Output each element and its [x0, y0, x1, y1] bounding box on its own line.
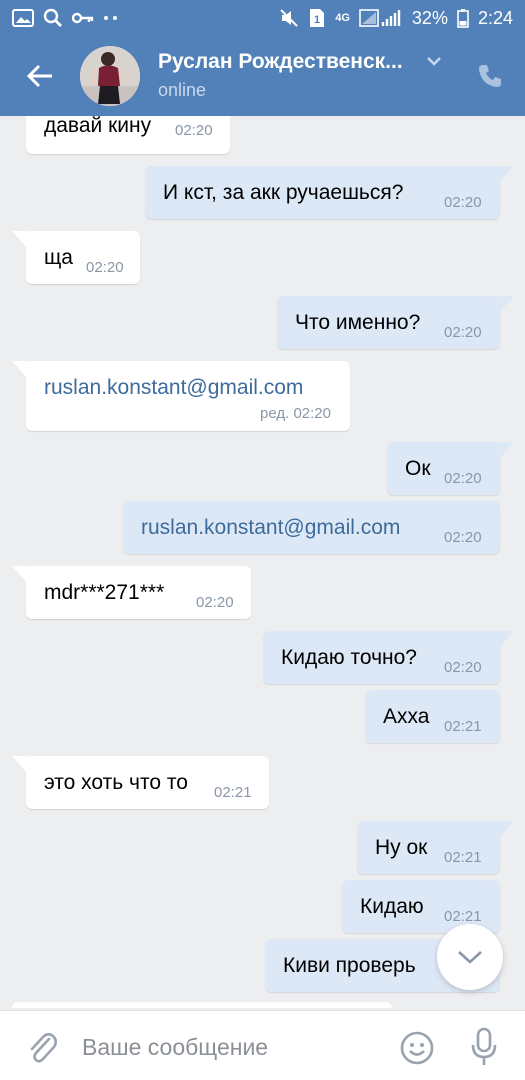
- message-time: 02:21: [444, 718, 482, 735]
- message-outgoing[interactable]: Ну ок 02:21: [357, 821, 514, 874]
- avatar[interactable]: [80, 46, 140, 106]
- more-dots-icon: [103, 15, 119, 21]
- message-text: Ок: [405, 457, 431, 480]
- message-text: это хоть что то: [44, 771, 188, 794]
- emoji-icon: [400, 1031, 434, 1065]
- chevron-down-icon[interactable]: [426, 54, 442, 72]
- message-time-edited: ред. 02:20: [260, 405, 331, 422]
- search-icon: [43, 8, 63, 28]
- chat-header: Руслан Рождественск... online: [0, 36, 525, 116]
- message-text: Что именно?: [295, 311, 421, 334]
- sim-icon: 1: [308, 8, 326, 28]
- message-outgoing[interactable]: Ок 02:20: [387, 442, 514, 495]
- message-input[interactable]: [82, 1027, 372, 1067]
- back-arrow-icon: [26, 64, 52, 88]
- svg-text:1: 1: [314, 14, 320, 26]
- message-time: 02:21: [214, 784, 252, 801]
- message-text: ща: [44, 246, 73, 269]
- chat-subtitle: online: [158, 80, 207, 100]
- message-time: 02:20: [444, 324, 482, 341]
- message-time: 02:21: [444, 849, 482, 866]
- message-link[interactable]: ruslan.konstant@gmail.com: [44, 376, 303, 400]
- message-time: 02:20: [444, 194, 482, 211]
- voice-button[interactable]: [466, 1025, 502, 1069]
- message-time: 02:20: [444, 659, 482, 676]
- message-text: давай кину: [44, 116, 152, 137]
- message-time: 02:20: [444, 529, 482, 546]
- signal-icon: [359, 8, 403, 28]
- message-composer: [0, 1010, 525, 1080]
- message-text: Ахха: [383, 705, 430, 728]
- microphone-icon: [471, 1027, 497, 1065]
- message-list[interactable]: давай кину 02:20 И кст, за акк ручаешься…: [0, 116, 525, 1008]
- message-text: Кидаю: [360, 895, 424, 918]
- key-icon: [72, 11, 94, 25]
- message-outgoing[interactable]: И кст, за акк ручаешься? 02:20: [145, 166, 514, 219]
- attach-button[interactable]: [22, 1027, 62, 1067]
- message-incoming[interactable]: ща 02:20: [12, 231, 140, 284]
- message-incoming[interactable]: давай кину 02:20: [26, 116, 230, 154]
- battery-percent: 32%: [411, 7, 448, 28]
- mute-icon: [279, 8, 299, 28]
- network-label: 4G: [335, 12, 350, 24]
- back-button[interactable]: [22, 58, 58, 94]
- message-time: 02:20: [196, 594, 234, 611]
- call-button[interactable]: [472, 58, 508, 94]
- message-outgoing[interactable]: Ахха 02:21: [365, 690, 500, 743]
- message-incoming[interactable]: ruslan.konstant@gmail.com ред. 02:20: [12, 361, 350, 431]
- scroll-down-button[interactable]: [437, 924, 503, 990]
- message-incoming[interactable]: это хоть что то 02:21: [12, 756, 269, 809]
- battery-icon: [457, 8, 469, 28]
- message-outgoing[interactable]: Кидаю точно? 02:20: [263, 631, 514, 684]
- message-incoming[interactable]: mdr***271*** 02:20: [12, 566, 251, 619]
- message-time: 02:20: [86, 259, 124, 276]
- message-outgoing[interactable]: ruslan.konstant@gmail.com 02:20: [123, 501, 500, 554]
- paperclip-icon: [30, 1032, 57, 1063]
- emoji-button[interactable]: [398, 1029, 436, 1067]
- phone-icon: [479, 65, 501, 87]
- image-icon: [12, 8, 34, 28]
- message-text: Кидаю точно?: [281, 646, 417, 669]
- clock: 2:24: [477, 7, 513, 28]
- chevron-down-icon: [458, 951, 482, 964]
- message-time: 02:20: [444, 470, 482, 487]
- message-text: И кст, за акк ручаешься?: [163, 181, 404, 204]
- status-bar: 1 4G 32% 2:24: [0, 0, 525, 36]
- message-text: Киви проверь: [283, 954, 416, 977]
- message-text: mdr***271***: [44, 581, 165, 604]
- message-text: Ну ок: [375, 836, 428, 859]
- message-time: 02:20: [175, 122, 213, 139]
- chat-title[interactable]: Руслан Рождественск...: [158, 50, 418, 74]
- message-outgoing[interactable]: Что именно? 02:20: [277, 296, 514, 349]
- message-link[interactable]: ruslan.konstant@gmail.com: [141, 516, 400, 540]
- message-incoming-partial[interactable]: [12, 1002, 392, 1008]
- message-time: 02:21: [444, 908, 482, 925]
